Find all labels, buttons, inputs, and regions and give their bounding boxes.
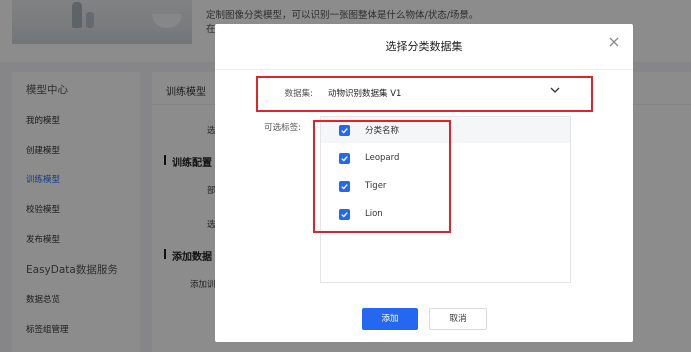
select-all-row[interactable]: 分类名称 [339, 122, 399, 138]
tag-label: Leopard [365, 153, 400, 163]
checkbox-leopard[interactable] [339, 152, 350, 164]
tags-label: 可选标签: [264, 123, 301, 133]
checkbox-tiger[interactable] [339, 180, 350, 192]
tag-label: Tiger [365, 181, 387, 191]
checkbox-lion[interactable] [339, 208, 350, 220]
select-all-checkbox[interactable] [339, 124, 350, 136]
tag-row-lion[interactable]: Lion [339, 206, 383, 222]
tag-selection-panel: 分类名称 Leopard Tiger Lion [320, 116, 571, 283]
dataset-label: 数据集: [284, 89, 313, 99]
watermark: CSDN @珊珊的老公 [506, 325, 630, 341]
dialog-title: 选择分类数据集 [385, 40, 463, 53]
tag-row-tiger[interactable]: Tiger [339, 178, 386, 194]
tag-row-leopard[interactable]: Leopard [339, 150, 399, 166]
select-dataset-dialog: 选择分类数据集 数据集: 动物识别数据集 V1 可选标签: 分类名称 Leopa… [215, 24, 633, 342]
dataset-select[interactable]: 动物识别数据集 V1 [320, 78, 575, 108]
chevron-down-icon [549, 84, 561, 96]
dialog-divider [215, 69, 633, 70]
add-button[interactable]: 添加 [362, 308, 418, 330]
dataset-select-value: 动物识别数据集 V1 [328, 89, 402, 99]
tag-column-header: 分类名称 [365, 126, 400, 136]
close-icon[interactable] [607, 35, 621, 49]
cancel-button[interactable]: 取消 [429, 308, 487, 330]
tag-label: Lion [365, 209, 383, 219]
